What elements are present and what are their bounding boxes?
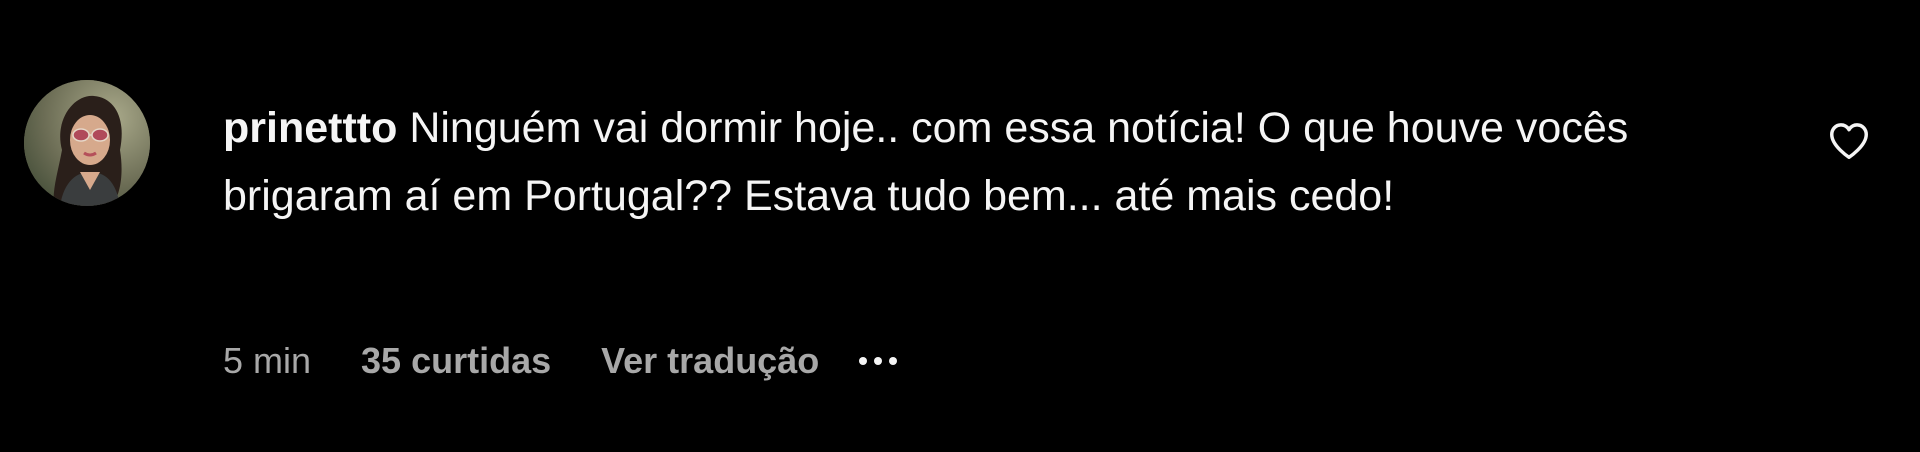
comment-body: prinettto Ninguém vai dormir hoje.. com … [223, 94, 1743, 230]
dot [859, 357, 868, 365]
comment-meta-row: 5 min 35 curtidas Ver tradução [223, 336, 898, 386]
comment-text: Ninguém vai dormir hoje.. com essa notíc… [223, 104, 1629, 220]
heart-icon-graphic [1830, 123, 1868, 160]
avatar-image [24, 80, 150, 206]
see-translation-button[interactable]: Ver tradução [601, 340, 819, 382]
dot [889, 357, 898, 365]
comment-timestamp: 5 min [223, 340, 312, 381]
avatar[interactable] [24, 80, 150, 206]
heart-outline-icon[interactable] [1826, 118, 1872, 164]
comment-item: prinettto Ninguém vai dormir hoje.. com … [0, 0, 1920, 452]
dot [874, 357, 883, 365]
more-dots-icon[interactable] [859, 351, 898, 371]
likes-count-link[interactable]: 35 curtidas [361, 340, 551, 382]
comment-content: prinettto Ninguém vai dormir hoje.. com … [223, 94, 1743, 230]
comment-username[interactable]: prinettto [223, 104, 397, 152]
